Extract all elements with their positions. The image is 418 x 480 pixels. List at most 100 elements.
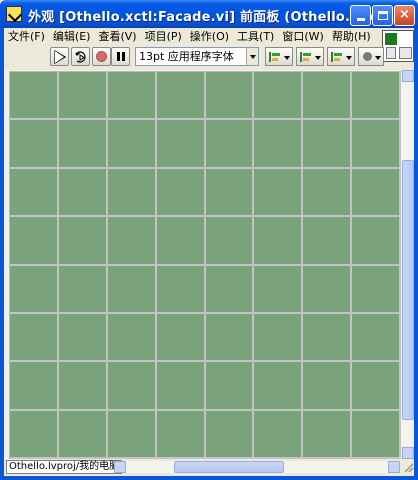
board-cell[interactable] [254,72,304,121]
board-cell[interactable] [10,410,59,459]
board-cell[interactable] [303,72,353,121]
board-cell[interactable] [205,168,255,218]
board-cell[interactable] [352,265,401,314]
board-cell[interactable] [303,120,353,169]
vi-window-icon[interactable] [6,6,22,22]
board-cell[interactable] [205,410,255,459]
menu-project[interactable]: 项目(P) [141,28,186,45]
horizontal-scrollbar[interactable] [114,461,400,473]
board-cell[interactable] [352,410,401,459]
menu-view[interactable]: 查看(V) [94,28,140,45]
board-cell[interactable] [10,72,59,121]
align-objects-button[interactable] [265,47,293,66]
board-cell[interactable] [254,313,304,363]
board-cell[interactable] [352,120,401,169]
vertical-scrollbar[interactable] [402,70,414,459]
board-cell[interactable] [10,313,59,363]
board-cell[interactable] [254,410,304,459]
distribute-objects-button[interactable] [296,47,324,66]
scroll-down-icon[interactable] [402,447,414,459]
close-icon: × [399,7,410,22]
connector-pane-icon[interactable] [382,30,414,62]
board-cell[interactable] [10,168,59,218]
board-cell[interactable] [352,313,401,363]
scroll-right-icon[interactable] [388,461,400,473]
resize-objects-button[interactable] [327,47,355,66]
menu-help[interactable]: 帮助(H) [328,28,375,45]
board-cell[interactable] [205,265,255,314]
board-cell[interactable] [10,362,59,411]
board-cell[interactable] [107,362,157,411]
board-cell[interactable] [58,265,108,314]
board-cell[interactable] [156,217,206,266]
board-cell[interactable] [254,217,304,266]
board-cell[interactable] [107,217,157,266]
board-cell[interactable] [156,362,206,411]
resize-grip-icon[interactable] [402,461,414,473]
board-cell[interactable] [303,168,353,218]
run-button[interactable] [50,47,69,66]
board-cell[interactable] [156,168,206,218]
board-cell[interactable] [156,265,206,314]
board-cell[interactable] [303,313,353,363]
board-cell[interactable] [107,120,157,169]
board-cell[interactable] [107,168,157,218]
board-cell[interactable] [205,72,255,121]
minimize-button[interactable] [350,5,371,26]
board-cell[interactable] [156,72,206,121]
horizontal-scroll-thumb[interactable] [174,461,284,473]
run-continuously-button[interactable] [71,47,90,66]
board-cell[interactable] [10,120,59,169]
board-cell[interactable] [205,313,255,363]
board-cell[interactable] [58,313,108,363]
menu-operate[interactable]: 操作(O) [186,28,233,45]
board-cell[interactable] [303,265,353,314]
board-cell[interactable] [10,217,59,266]
board-cell[interactable] [156,313,206,363]
board-cell[interactable] [58,410,108,459]
board-cell[interactable] [352,217,401,266]
menu-file[interactable]: 文件(F) [4,28,49,45]
reorder-objects-button[interactable] [358,47,384,66]
board-cell[interactable] [254,168,304,218]
menu-edit[interactable]: 编辑(E) [49,28,95,45]
title-bar[interactable]: 外观 [Othello.xctl:Facade.vi] 前面板 (Othello… [0,0,418,28]
board-cell[interactable] [254,265,304,314]
close-button[interactable]: × [394,5,415,26]
board-cell[interactable] [156,410,206,459]
board-cell[interactable] [303,217,353,266]
chevron-down-icon[interactable] [246,48,258,65]
abort-execution-button[interactable] [92,47,111,66]
board-cell[interactable] [254,120,304,169]
text-settings-dropdown[interactable]: 13pt 应用程序字体 [135,47,259,66]
board-cell[interactable] [107,265,157,314]
scroll-up-icon[interactable] [402,70,414,82]
board-cell[interactable] [352,72,401,121]
board-cell[interactable] [58,168,108,218]
board-cell[interactable] [107,410,157,459]
board-cell[interactable] [303,410,353,459]
board-cell[interactable] [156,120,206,169]
board-cell[interactable] [205,362,255,411]
board-cell[interactable] [107,72,157,121]
board-cell[interactable] [58,362,108,411]
scroll-left-icon[interactable] [114,461,126,473]
board-cell[interactable] [303,362,353,411]
board-cell[interactable] [352,168,401,218]
board-cell[interactable] [58,120,108,169]
menu-window[interactable]: 窗口(W) [278,28,327,45]
board-cell[interactable] [107,313,157,363]
board-cell[interactable] [58,217,108,266]
front-panel[interactable] [4,70,402,459]
menu-tools[interactable]: 工具(T) [233,28,278,45]
board-cell[interactable] [254,362,304,411]
board-cell[interactable] [10,265,59,314]
board-cell[interactable] [352,362,401,411]
othello-board[interactable] [9,71,401,459]
board-cell[interactable] [58,72,108,121]
pause-button[interactable] [111,47,130,66]
vertical-scroll-thumb[interactable] [402,160,414,420]
board-cell[interactable] [205,217,255,266]
maximize-button[interactable] [372,5,393,26]
board-cell[interactable] [205,120,255,169]
